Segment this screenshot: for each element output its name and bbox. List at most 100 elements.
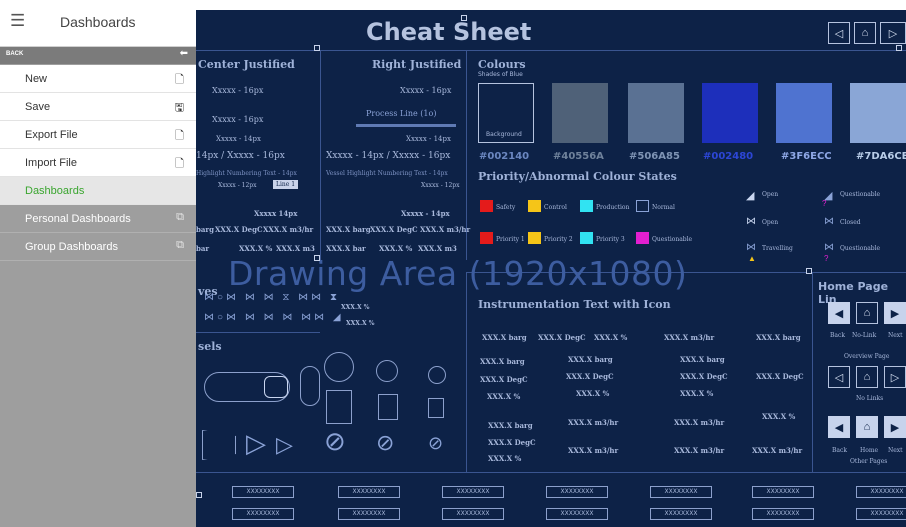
nav-next-icon[interactable]: ▷	[880, 22, 906, 44]
sidebar-item-import-file[interactable]: Import File 🗋	[0, 149, 196, 177]
sidebar-item-label: Personal Dashboards	[25, 213, 131, 225]
pump-icon: ▷	[246, 428, 266, 458]
bar-row1-5: XXXXXXXX	[650, 486, 712, 498]
hex-label-5: #3F6ECC	[781, 151, 832, 162]
right-text-5: Vessel Highlight Numbering Text - 14px	[326, 170, 448, 177]
selection-handle[interactable]	[461, 15, 467, 21]
overview-next-button-icon[interactable]: ▷	[884, 366, 906, 388]
instr-c3-1: XXX.X barg	[680, 355, 725, 364]
valve-symbols-row2-icon: ⋈○⋈ ⋈ ⋈ ⋈ ⋈⋈ ◢	[204, 312, 344, 323]
sidebar-item-label: Import File	[25, 157, 77, 169]
center-text-4: 14px / Xxxxx - 16px	[196, 151, 285, 161]
tank-sphere3-icon	[428, 366, 446, 384]
right-text-1: Xxxxx - 16px	[400, 86, 452, 95]
home-next-button-icon[interactable]: ▶	[884, 302, 906, 324]
control-label: Control	[544, 204, 567, 211]
priority3-label: Priority 3	[596, 236, 625, 243]
bar-row2-1: XXXXXXXX	[232, 508, 294, 520]
selection-handle[interactable]	[806, 268, 812, 274]
instr-c2-3: XXX.X %	[576, 389, 610, 398]
drawing-canvas[interactable]: ◁ ⌂ ▷ Cheat Sheet Center Justified Xxxxx…	[196, 10, 906, 527]
bar-row1-4: XXXXXXXX	[546, 486, 608, 498]
home-back-button-icon[interactable]: ◀	[828, 302, 850, 324]
selection-handle[interactable]	[314, 45, 320, 51]
instr-c2-1: XXX.X barg	[568, 355, 613, 364]
home-nolink-button-icon[interactable]: ⌂	[856, 302, 878, 324]
vessel-level-icon	[264, 376, 288, 398]
question-mark-icon: ?	[822, 199, 827, 208]
state-closed-label: Closed	[840, 219, 861, 226]
sidebar-item-export-file[interactable]: Export File 🗋	[0, 121, 196, 149]
sidebar-item-dashboards[interactable]: Dashboards	[0, 177, 196, 205]
other-next-button-icon[interactable]: ▶	[884, 416, 906, 438]
center-value-degc: XXX.X DegC	[215, 225, 263, 234]
normal-label: Normal	[652, 204, 675, 211]
pump2-icon: ▷	[276, 432, 293, 457]
tank-sphere-icon	[324, 352, 354, 382]
right-text-6: Xxxxx - 12px	[421, 182, 460, 189]
other-back-button-icon[interactable]: ◀	[828, 416, 850, 438]
sidebar-item-save[interactable]: Save 🖫	[0, 93, 196, 121]
exchanger2-icon: ⊘	[376, 430, 395, 455]
process-line	[356, 124, 456, 127]
center-value-bar: bar	[196, 244, 210, 253]
back-bar[interactable]: BACK ⬅	[0, 47, 196, 64]
instr-c3-5: XXX.X m3/hr	[674, 446, 725, 455]
selection-handle[interactable]	[314, 255, 320, 261]
priority-heading: Priority/Abnormal Colour States	[478, 170, 677, 183]
swatch-002480	[702, 83, 758, 143]
divider	[466, 272, 467, 472]
colours-subheading: Shades of Blue	[478, 71, 523, 78]
right-value-degc: XXX.X DegC	[370, 225, 418, 234]
selection-handle[interactable]	[896, 45, 902, 51]
sidebar-item-label: Dashboards	[25, 185, 85, 197]
nav-home-icon[interactable]: ⌂	[854, 22, 876, 44]
overview-back-button-icon[interactable]: ◁	[828, 366, 850, 388]
column3-icon	[428, 398, 444, 418]
hex-label-2: #40556A	[553, 151, 604, 162]
process-line-label: Process Line (1o)	[366, 109, 437, 118]
selection-handle[interactable]	[196, 492, 202, 498]
center-justified-heading: Center Justified	[198, 58, 295, 71]
center-text-1: Xxxxx - 16px	[212, 86, 264, 95]
exchanger-icon: ⊘	[324, 426, 346, 456]
other-pages-label: Other Pages	[850, 458, 888, 465]
center-value-m3hr: XXX.X m3/hr	[263, 225, 314, 234]
valve-open2-icon: ⋈	[746, 216, 756, 227]
other-home-button-icon[interactable]: ⌂	[856, 416, 878, 438]
nav-back-icon[interactable]: ◁	[828, 22, 850, 44]
valve-value-2: XXX.X %	[346, 320, 375, 327]
tank-sphere2-icon	[376, 360, 398, 382]
instr-c3-4: XXX.X m3/hr	[674, 418, 725, 427]
state-questionable2-label: Questionable	[840, 245, 881, 252]
import-file-icon: 🗋	[175, 158, 184, 170]
back-label: BACK	[6, 51, 24, 57]
hamburger-menu-icon[interactable]: ☰	[10, 12, 25, 29]
swatch-7da6ce	[850, 83, 906, 143]
safety-label: Safety	[496, 204, 516, 211]
back-arrow-icon[interactable]: ⬅	[180, 48, 188, 59]
sidebar-item-label: Save	[25, 101, 51, 113]
instr-c1-5: XXX.X DegC	[488, 438, 536, 447]
sidebar-item-new[interactable]: New 🗋	[0, 65, 196, 93]
instr-c2-4: XXX.X m3/hr	[568, 418, 619, 427]
sidebar-item-personal-dashboards[interactable]: Personal Dashboards ⧉	[0, 205, 196, 233]
instr-c3-3: XXX.X %	[680, 389, 714, 398]
priority2-label: Priority 2	[544, 236, 573, 243]
right-value-m3hr: XXX.X m3/hr	[420, 225, 471, 234]
bar-row1-6: XXXXXXXX	[752, 486, 814, 498]
instr-c1-6: XXX.X %	[488, 454, 522, 463]
instr-c2-5: XXX.X m3/hr	[568, 446, 619, 455]
hopper-icon	[202, 430, 236, 460]
state-open2-label: Open	[762, 219, 779, 226]
overview-home-button-icon[interactable]: ⌂	[856, 366, 878, 388]
right-value-pct: XXX.X %	[379, 244, 413, 253]
center-text-3: Xxxxx - 14px	[216, 135, 261, 143]
save-icon: 🖫	[174, 102, 184, 114]
state-questionable-label: Questionable	[840, 191, 881, 198]
instr-c1-1: XXX.X barg	[480, 357, 525, 366]
divider	[320, 50, 321, 260]
sidebar-title: Dashboards	[60, 14, 136, 30]
sidebar-item-group-dashboards[interactable]: Group Dashboards ⧉	[0, 233, 196, 261]
bar-row2-5: XXXXXXXX	[650, 508, 712, 520]
